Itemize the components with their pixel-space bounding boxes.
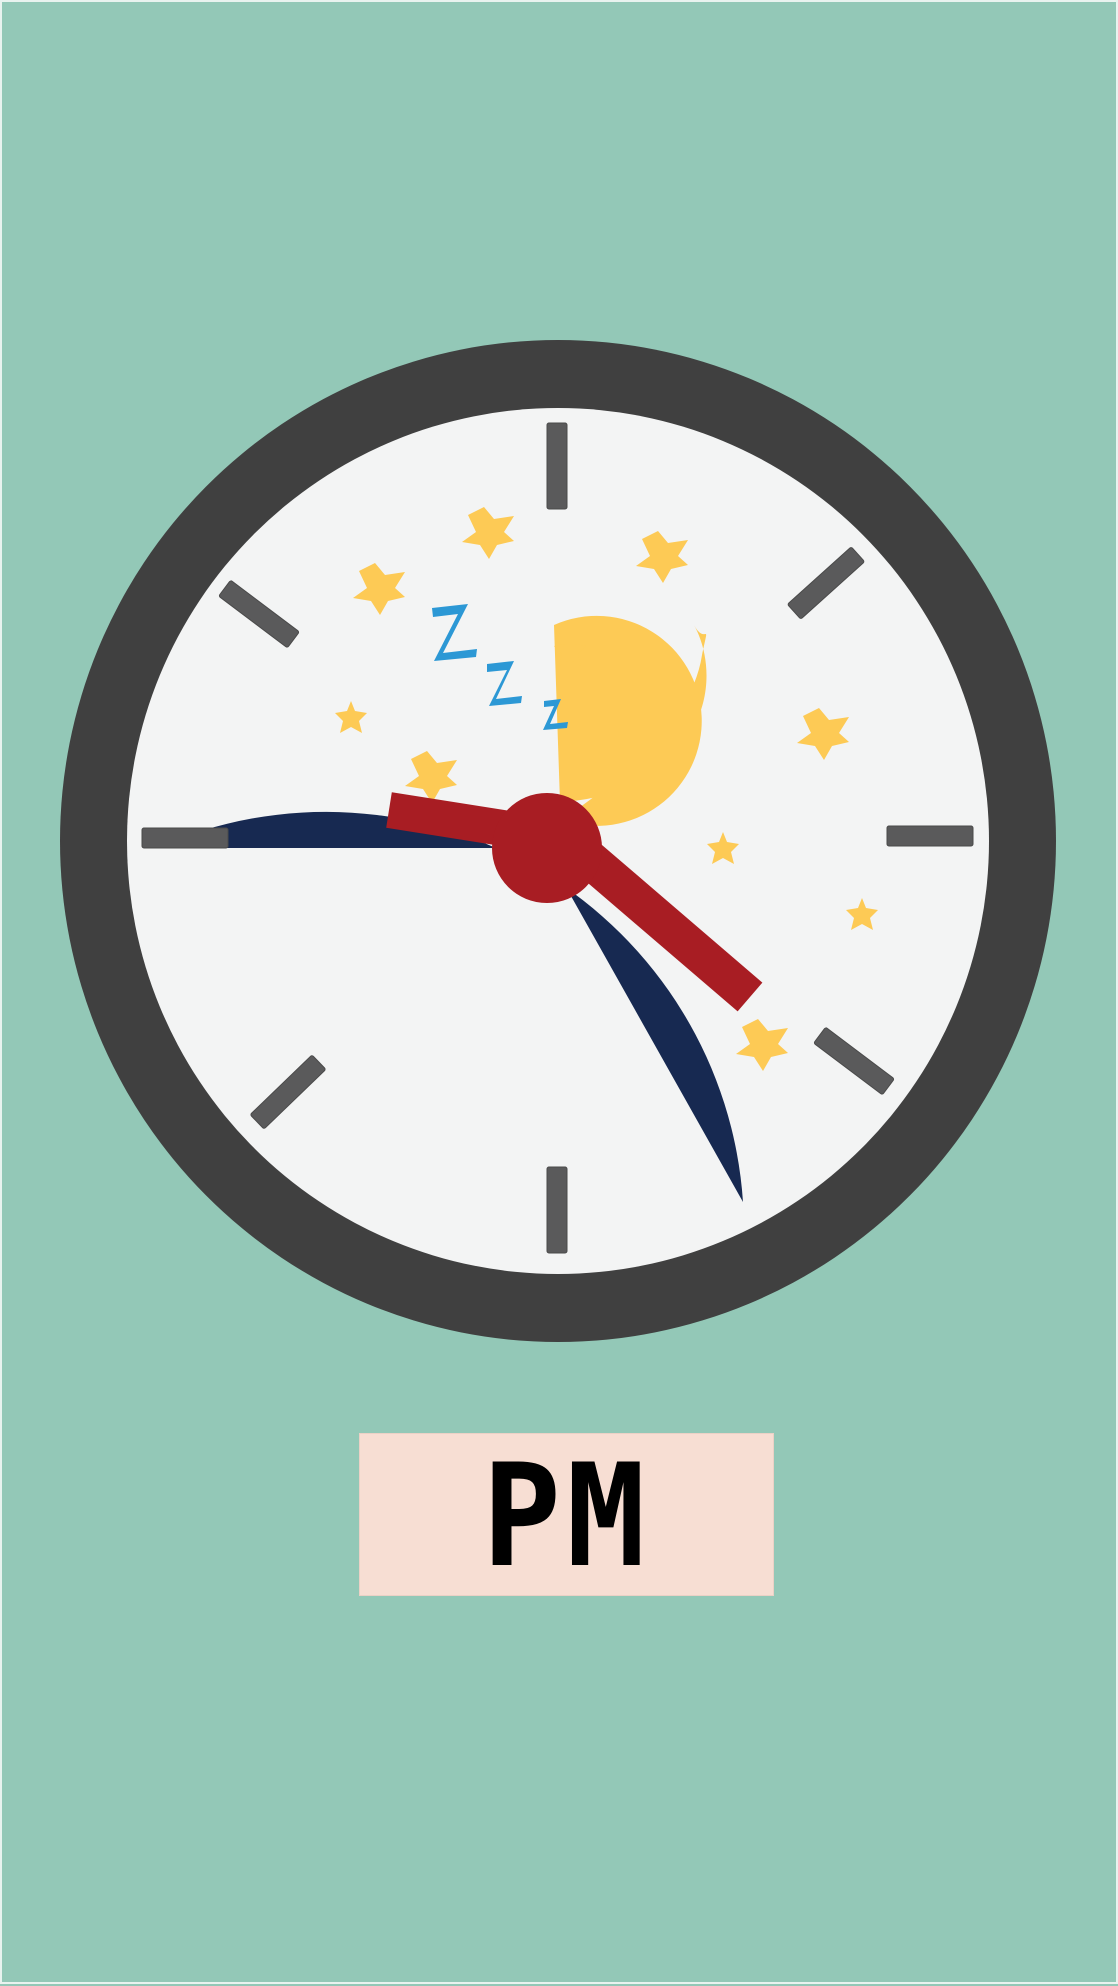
night-clock-illustration: PM — [0, 0, 1118, 1984]
tick-mark-3 — [886, 825, 974, 847]
wall-clock-icon — [60, 340, 1056, 1342]
clock-center-pin — [492, 793, 602, 903]
meridiem-label-card: PM — [359, 1433, 774, 1596]
meridiem-label: PM — [482, 1433, 651, 1599]
tick-mark-6 — [546, 1166, 568, 1254]
tick-mark-9 — [141, 827, 229, 849]
tick-mark-12 — [546, 422, 568, 510]
night-clock-svg — [60, 340, 1056, 1342]
